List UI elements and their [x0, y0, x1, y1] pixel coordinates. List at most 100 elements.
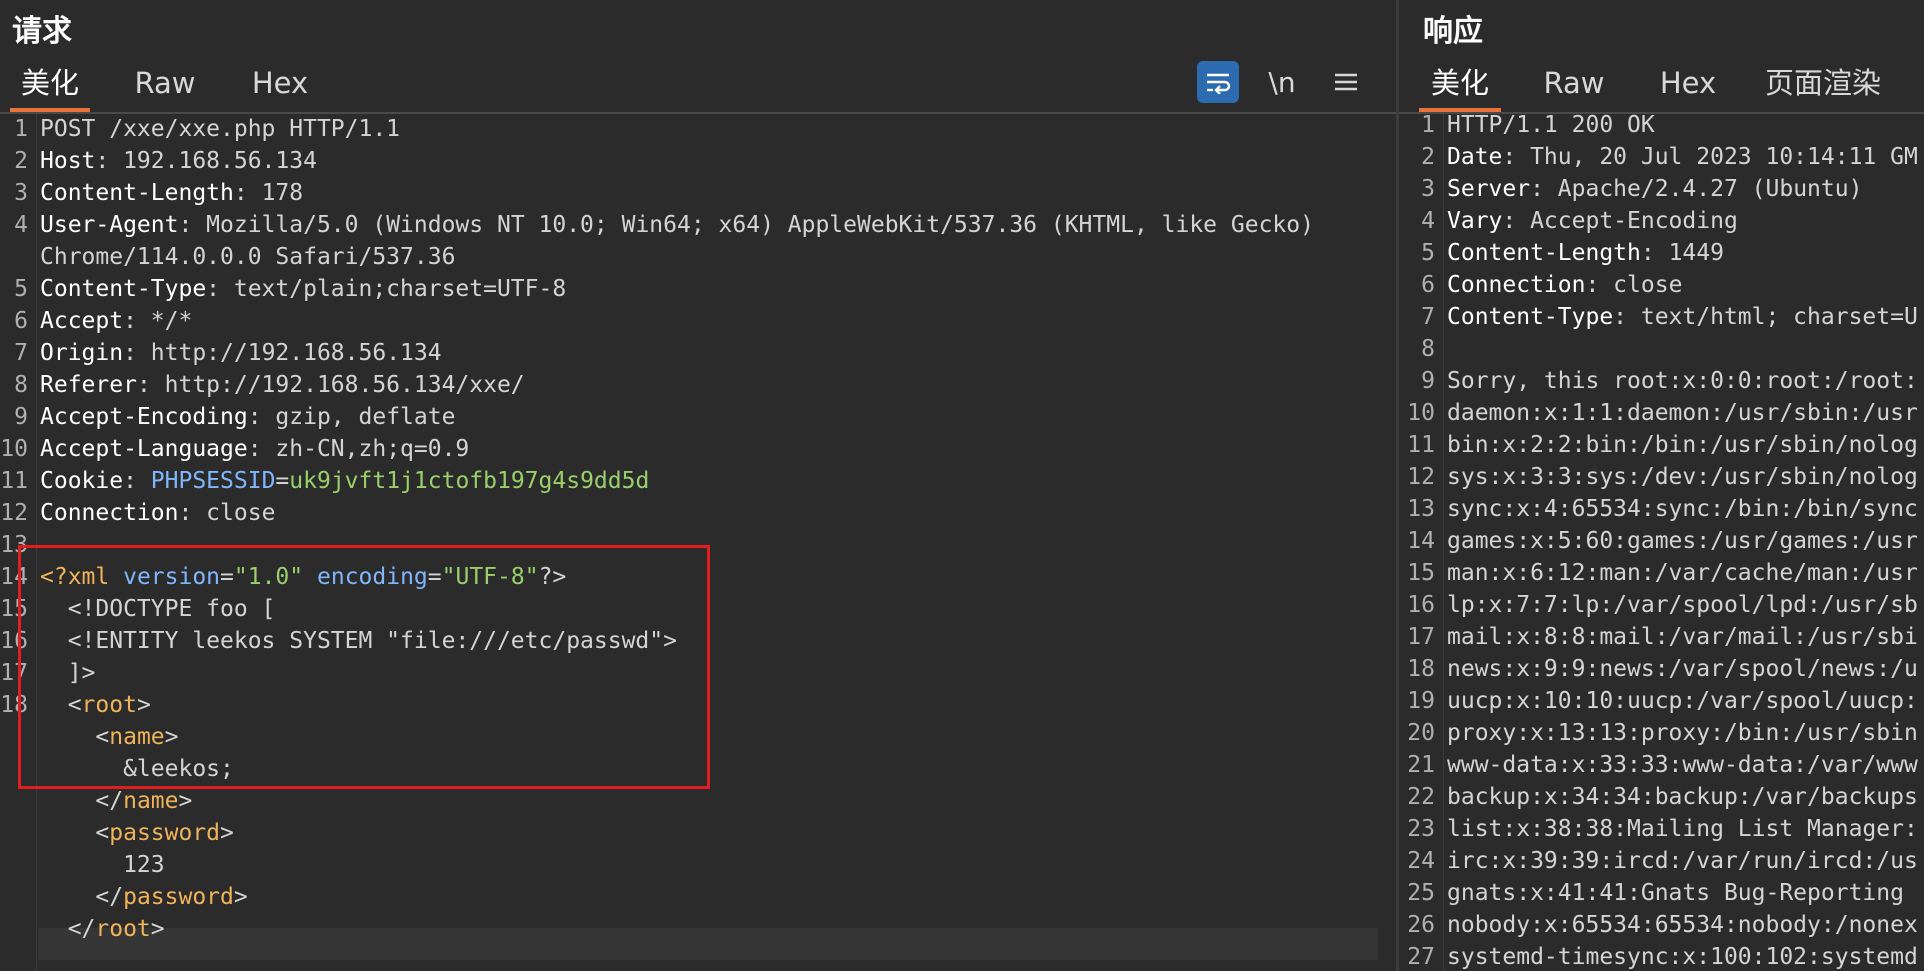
response-code-line: news:x:9:9:news:/var/spool/news:/u — [1447, 656, 1918, 682]
request-token: > — [220, 820, 234, 846]
request-token: password — [109, 820, 221, 846]
request-toolbar: \n — [1197, 60, 1367, 104]
response-line-number: 24 — [1407, 848, 1435, 874]
response-line-number: 11 — [1407, 432, 1435, 458]
request-token: : Mozilla/5.0 (Windows NT 10.0; Win64; x… — [178, 212, 1314, 238]
request-code-line: Referer: http://192.168.56.134/xxe/ — [40, 372, 525, 398]
request-token: Host — [40, 148, 96, 174]
current-line-highlight — [38, 928, 1378, 960]
response-token: irc:x:39:39:ircd:/var/run/ircd:/us — [1447, 848, 1918, 874]
request-code-line: </root> — [40, 916, 165, 942]
request-token: : text/plain;charset=UTF-8 — [206, 276, 567, 302]
request-token: Chrome/114.0.0.0 Safari/537.36 — [40, 244, 456, 270]
response-token: : Accept-Encoding — [1502, 208, 1738, 234]
request-code-line: </name> — [40, 788, 192, 814]
response-token: Vary — [1447, 208, 1503, 234]
response-tab-raw[interactable]: Raw — [1539, 60, 1609, 110]
request-token: </ — [40, 916, 96, 942]
hamburger-menu-icon[interactable] — [1325, 61, 1367, 103]
response-line-number: 3 — [1421, 176, 1435, 202]
response-line-number: 6 — [1421, 272, 1435, 298]
request-token: : gzip, deflate — [247, 404, 456, 430]
request-line-number: 7 — [14, 340, 28, 366]
request-token: Referer — [40, 372, 137, 398]
response-line-number: 25 — [1407, 880, 1435, 906]
response-line-number: 4 — [1421, 208, 1435, 234]
response-line-number: 5 — [1421, 240, 1435, 266]
request-tabs: 美化 Raw Hex — [0, 60, 1397, 114]
response-token: : Thu, 20 Jul 2023 10:14:11 GM — [1502, 144, 1918, 170]
request-token: : 178 — [233, 180, 304, 206]
response-line-number: 16 — [1407, 592, 1435, 618]
request-code-line: <password> — [40, 820, 234, 846]
request-tab-raw[interactable]: Raw — [130, 60, 200, 110]
request-token: User-Agent — [40, 212, 179, 238]
response-line-number: 1 — [1421, 112, 1435, 138]
request-token: Accept — [40, 308, 124, 334]
response-token: backup:x:34:34:backup:/var/backups — [1447, 784, 1918, 810]
request-line-number: 1 — [14, 116, 28, 142]
request-code-line: Accept-Language: zh-CN,zh;q=0.9 — [40, 436, 469, 462]
response-tab-render[interactable]: 页面渲染 — [1759, 60, 1887, 110]
request-token: </ — [40, 788, 124, 814]
response-code-line: gnats:x:41:41:Gnats Bug-Reporting — [1447, 880, 1918, 906]
response-line-number: 21 — [1407, 752, 1435, 778]
response-tab-hex[interactable]: Hex — [1655, 60, 1721, 110]
request-token: password — [123, 884, 234, 910]
response-code-line: sys:x:3:3:sys:/dev:/usr/sbin/nolog — [1447, 464, 1918, 490]
response-token: : Apache/2.4.27 (Ubuntu) — [1530, 176, 1863, 202]
request-line-number: 11 — [0, 468, 28, 494]
request-token: : */* — [123, 308, 193, 334]
response-line-number: 20 — [1407, 720, 1435, 746]
request-code-line: Cookie: PHPSESSID=uk9jvft1j1ctofb197g4s9… — [40, 468, 649, 494]
response-line-number: 12 — [1407, 464, 1435, 490]
request-line-number: 4 — [14, 212, 28, 238]
response-gutter — [1443, 114, 1444, 971]
request-line-number: 9 — [14, 404, 28, 430]
request-token: : http://192.168.56.134 — [123, 340, 442, 366]
response-line-number: 18 — [1407, 656, 1435, 682]
request-tab-pretty[interactable]: 美化 — [10, 60, 90, 112]
response-token: Sorry, this root:x:0:0:root:/root: — [1447, 368, 1918, 394]
request-line-number: 3 — [14, 180, 28, 206]
request-code-line: Accept: */* — [40, 308, 192, 334]
request-token: Accept-Encoding — [40, 404, 248, 430]
response-code-line: Content-Length: 1449 — [1447, 240, 1724, 266]
response-tab-pretty[interactable]: 美化 — [1419, 60, 1501, 112]
wrap-lines-icon[interactable] — [1197, 61, 1239, 103]
response-code-line: bin:x:2:2:bin:/bin:/usr/sbin/nolog — [1447, 432, 1918, 458]
request-code-line: Chrome/114.0.0.0 Safari/537.36 — [40, 244, 455, 270]
request-token: > — [178, 788, 193, 814]
response-line-number: 26 — [1407, 912, 1435, 938]
response-code-line: uucp:x:10:10:uucp:/var/spool/uucp: — [1447, 688, 1918, 714]
newline-toggle-button[interactable]: \n — [1261, 61, 1303, 103]
request-token: uk9jvft1j1ctofb197g4s9dd5d — [289, 468, 650, 494]
request-line-number: 6 — [14, 308, 28, 334]
response-token: news:x:9:9:news:/var/spool/news:/u — [1447, 656, 1918, 682]
response-line-number: 9 — [1421, 368, 1435, 394]
response-code-line: HTTP/1.1 200 OK — [1447, 112, 1655, 138]
response-token: man:x:6:12:man:/var/cache/man:/usr — [1447, 560, 1918, 586]
response-token: mail:x:8:8:mail:/var/mail:/usr/sbi — [1447, 624, 1918, 650]
response-code-line: backup:x:34:34:backup:/var/backups — [1447, 784, 1918, 810]
request-token: Content-Length — [40, 180, 234, 206]
response-line-number: 10 — [1407, 400, 1435, 426]
request-code-line: 123 — [40, 852, 165, 878]
response-token: proxy:x:13:13:proxy:/bin:/usr/sbin — [1447, 720, 1918, 746]
request-line-number: 12 — [0, 500, 28, 526]
request-tab-hex[interactable]: Hex — [248, 60, 312, 110]
response-token: sync:x:4:65534:sync:/bin:/bin/sync — [1447, 496, 1918, 522]
response-line-number: 8 — [1421, 336, 1435, 362]
response-code-line: Date: Thu, 20 Jul 2023 10:14:11 GM — [1447, 144, 1918, 170]
response-code-line: www-data:x:33:33:www-data:/var/www — [1447, 752, 1918, 778]
request-token: > — [233, 884, 248, 910]
response-code-line: proxy:x:13:13:proxy:/bin:/usr/sbin — [1447, 720, 1918, 746]
request-token: : — [123, 468, 151, 494]
response-code-line: Sorry, this root:x:0:0:root:/root: — [1447, 368, 1918, 394]
request-code-line: Accept-Encoding: gzip, deflate — [40, 404, 455, 430]
request-code-line: Content-Length: 178 — [40, 180, 303, 206]
request-token: Connection — [40, 500, 179, 526]
response-token: list:x:38:38:Mailing List Manager: — [1447, 816, 1918, 842]
response-token: systemd-timesync:x:100:102:systemd — [1447, 944, 1918, 970]
response-line-number: 14 — [1407, 528, 1435, 554]
